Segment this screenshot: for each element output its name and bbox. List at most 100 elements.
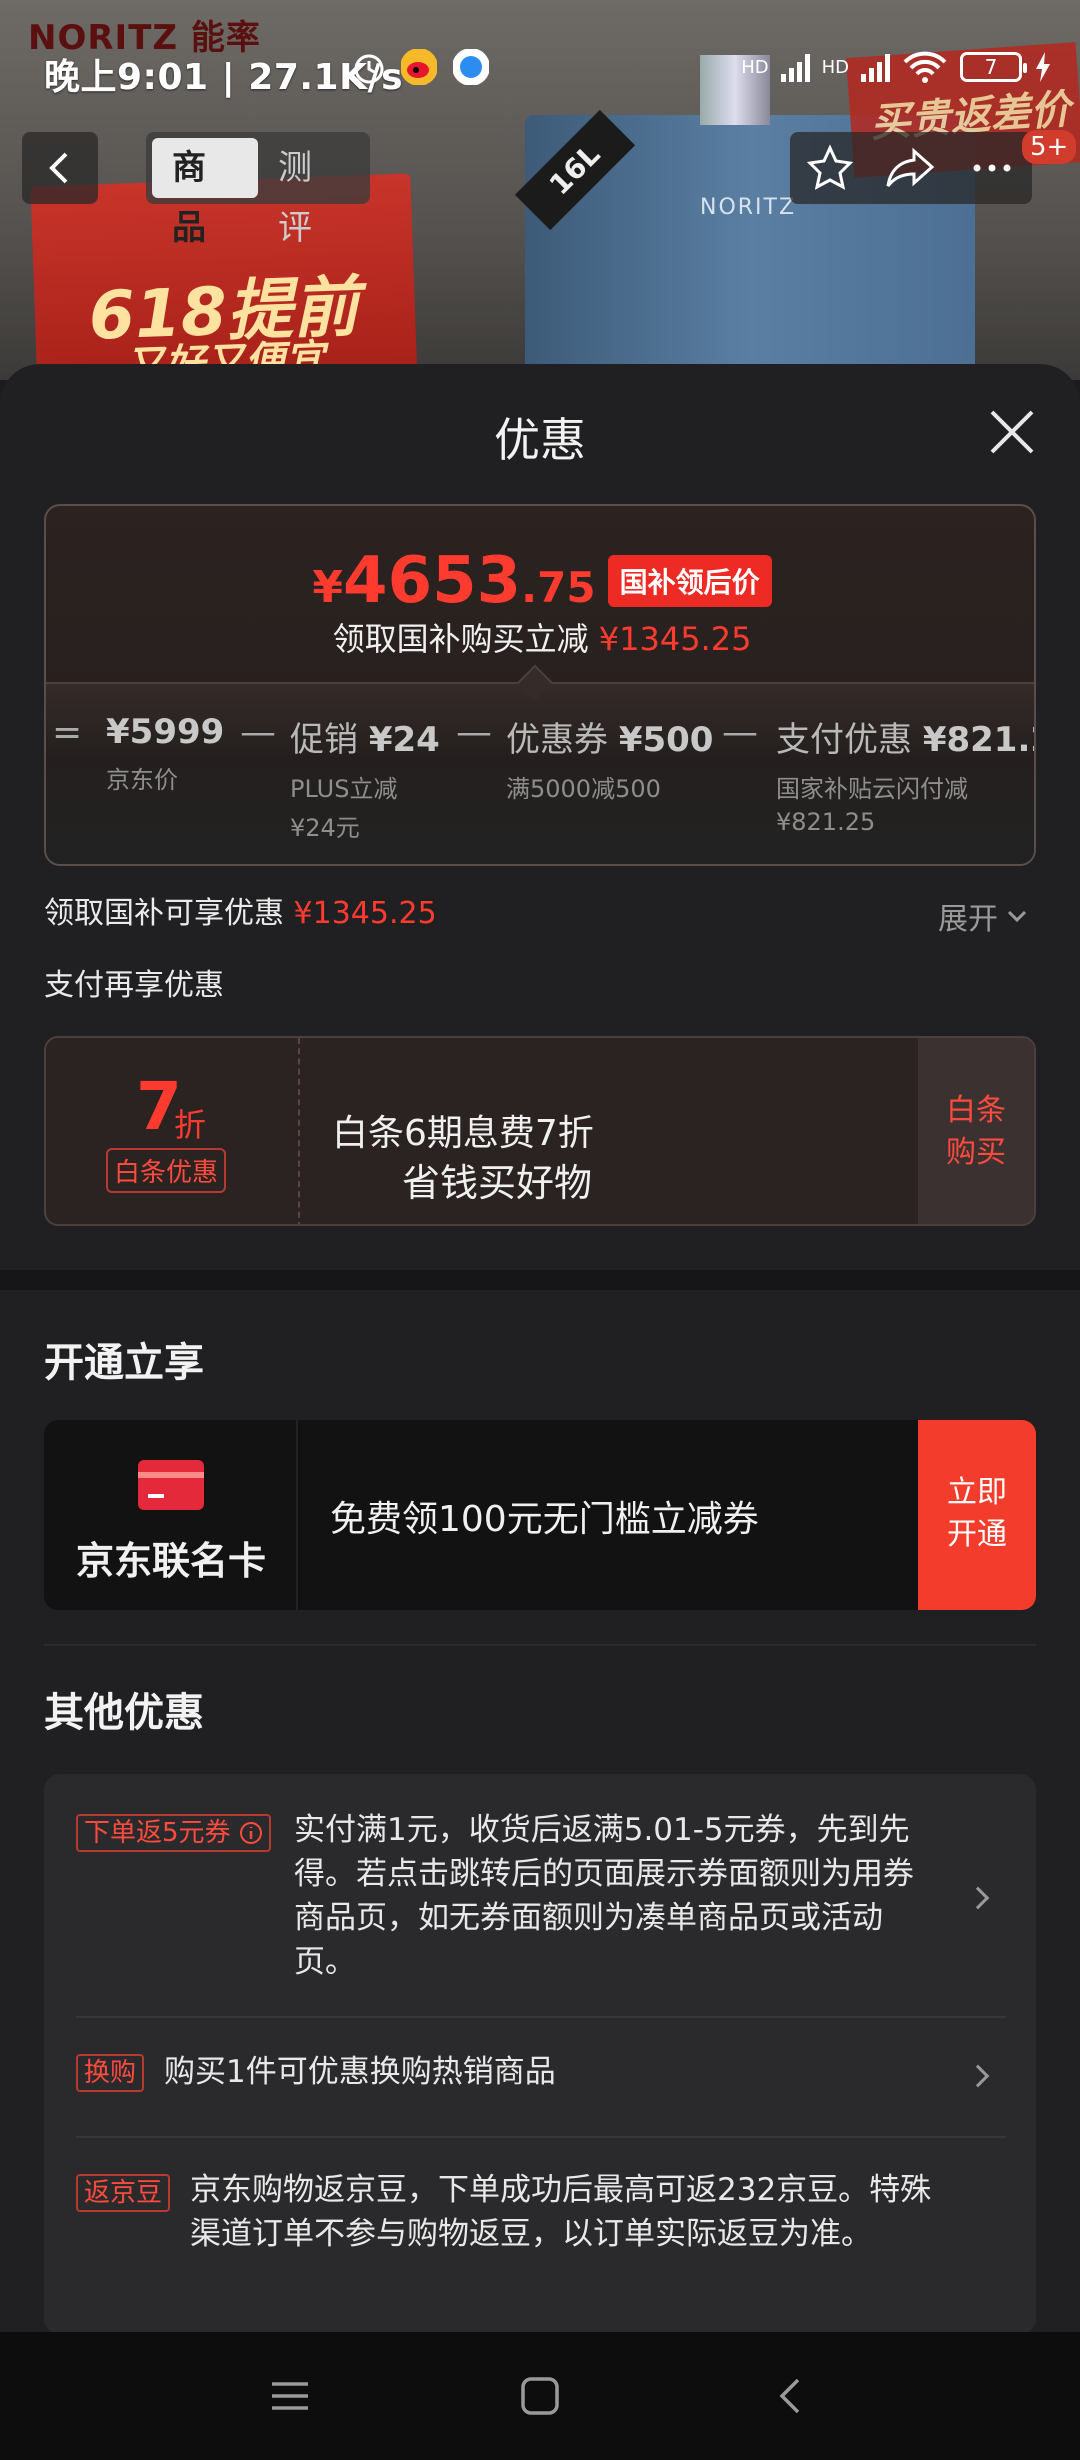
info-icon[interactable] (239, 1821, 263, 1845)
bd-label: 促销 (290, 720, 369, 760)
open-card-button[interactable]: 立即 开通 (918, 1420, 1036, 1610)
app-notification-icon (453, 49, 489, 85)
offer-text: 购买1件可优惠换购热销商品 (164, 2054, 556, 2090)
list-item[interactable]: 下单返5元券 实付满1元，收货后返满5.01-5元券，先到先得。若点击跳转后的页… (76, 1812, 1006, 1984)
minus-sign: — (240, 712, 276, 753)
price-breakdown: = ¥5999 京东价 — 促销 ¥24 PLUS立减 ¥24元 — 优惠券 ¥… (46, 664, 1034, 864)
status-time: 晚上9:01 | 27.1K/s (44, 48, 403, 100)
baitiao-tag: 白条优惠 (106, 1148, 227, 1193)
close-icon[interactable] (988, 408, 1036, 456)
status-right: HD HD 7 (741, 50, 1052, 84)
share-icon[interactable] (884, 143, 938, 193)
chevron-right-icon (966, 2064, 990, 2088)
baitiao-line-1: 白条6期息费7折 (332, 1113, 594, 1154)
promo-banner: 618提前抢 又好又便宜 (30, 173, 418, 380)
sheet-title: 优惠 (494, 413, 586, 467)
breakdown-pointer (516, 664, 554, 702)
other-offers-list: 下单返5元券 实付满1元，收货后返满5.01-5元券，先到先得。若点击跳转后的页… (44, 1774, 1036, 2334)
expand-label: 展开 (938, 902, 998, 937)
bd-sub-2: ¥24元 (290, 814, 360, 842)
section-divider (0, 1270, 1080, 1290)
credit-card-icon (138, 1460, 204, 1510)
signal-1-icon (780, 52, 810, 82)
price-decimal: .75 (521, 563, 596, 612)
bd-sub: 满5000减500 (506, 775, 661, 803)
breakdown-payment: 支付优惠 ¥821.25 国家补贴云闪付减 ¥821.25 (776, 712, 1034, 836)
hd-label-1: HD (741, 56, 769, 78)
price-currency: ¥ (312, 562, 344, 613)
list-item[interactable]: 换购 购买1件可优惠换购热销商品 (76, 2054, 1006, 2114)
offer-text: 实付满1元，收货后返满5.01-5元券，先到先得。若点击跳转后的页面展示券面额则… (294, 1812, 914, 1980)
clock: 晚上9:01 (44, 57, 209, 98)
offer-text: 京东购物返京豆，下单成功后最高可返232京豆。特殊渠道订单不参与购物返豆，以订单… (190, 2172, 932, 2252)
btn-line-1: 白条 (946, 1093, 1006, 1128)
breakdown-coupon: 优惠券 ¥500 满5000减500 (506, 712, 713, 804)
status-bar: 晚上9:01 | 27.1K/s HD HD 7 (0, 0, 1080, 130)
more-icon[interactable] (967, 143, 1017, 193)
minus-sign: — (722, 712, 758, 753)
breakdown-promo: 促销 ¥24 PLUS立减 ¥24元 (290, 712, 440, 843)
list-divider (76, 2016, 1006, 2018)
bd-sub: 京东价 (106, 766, 178, 794)
card-name: 京东联名卡 (75, 1539, 266, 1583)
bd-sub-2: ¥821.25 (776, 808, 876, 836)
screen: NORITZ 能率 618提前抢 又好又便宜 16L NORITZ 买贵返差价 … (0, 0, 1080, 2460)
baitiao-discount: 7 折 白条优惠 (46, 1038, 300, 1224)
back-nav-icon[interactable] (770, 2374, 814, 2418)
bd-sub: 国家补贴云闪付减 (776, 775, 968, 803)
list-item[interactable]: 返京豆 京东购物返京豆，下单成功后最高可返232京豆。特殊渠道订单不参与购物返豆… (76, 2172, 1006, 2324)
subsidy-label: 领取国补可享优惠 (44, 896, 284, 931)
list-divider (76, 2136, 1006, 2138)
tab-review[interactable]: 测评 (258, 138, 364, 248)
final-price: ¥4653.75 (312, 544, 595, 618)
offer-tag: 返京豆 (76, 2174, 171, 2212)
bd-amount: ¥24 (368, 720, 440, 760)
others-section-title: 其他优惠 (44, 1690, 204, 1736)
subsidy-amount: ¥1345.25 (293, 896, 437, 931)
open-section-title: 开通立享 (44, 1340, 204, 1386)
menu-icon[interactable] (268, 2374, 312, 2418)
chevron-left-icon (49, 152, 68, 184)
cobrand-card-offer[interactable]: 京东联名卡 免费领100元无门槛立减券 立即 开通 (44, 1420, 1036, 1610)
price-summary: ¥4653.75 国补领后价 领取国补购买立减 ¥1345.25 = ¥5999… (44, 504, 1036, 866)
weibo-icon (401, 49, 437, 85)
wifi-icon (903, 51, 947, 83)
baitiao-offer[interactable]: 7 折 白条优惠 白条6期息费7折 省钱买好物 白条购买 (44, 1036, 1036, 1226)
btn-line-1: 立即 (947, 1475, 1007, 1510)
final-price-row: ¥4653.75 国补领后价 (46, 544, 1034, 618)
offer-tag: 下单返5元券 (76, 1814, 271, 1852)
separator (44, 1644, 1036, 1646)
btn-line-2: 购买 (946, 1135, 1006, 1170)
saving-amount: ¥1345.25 (598, 620, 752, 658)
chevron-right-icon (966, 1886, 990, 1910)
heater-logo: NORITZ (700, 195, 797, 220)
home-icon[interactable] (518, 2374, 562, 2418)
expand-button[interactable]: 展开 (938, 894, 1028, 938)
bd-amount: ¥500 (618, 720, 714, 760)
baitiao-buy-button[interactable]: 白条 购买 (918, 1038, 1034, 1224)
back-button[interactable] (22, 132, 98, 204)
tab-goods[interactable]: 商品 (152, 138, 258, 248)
offer-tag: 换购 (76, 2054, 145, 2092)
card-brand: 京东联名卡 (44, 1420, 298, 1610)
charging-icon (1036, 52, 1050, 82)
equals-sign: = (52, 712, 83, 753)
breakdown-jd-price: ¥5999 京东价 (106, 712, 224, 795)
bd-amount: ¥821.25 (922, 720, 1034, 760)
star-icon[interactable] (805, 143, 855, 193)
minus-sign: — (456, 712, 492, 753)
subsidy-price-tag: 国补领后价 (607, 555, 772, 607)
card-desc: 免费领100元无门槛立减券 (330, 1499, 759, 1540)
battery-icon: 7 (960, 52, 1027, 82)
top-actions (790, 132, 1032, 204)
chevron-down-icon (1007, 910, 1027, 923)
subsidy-line: 领取国补可享优惠 ¥1345.25 (44, 888, 437, 932)
saving-label: 领取国补购买立减 (332, 620, 589, 658)
system-nav-bar (0, 2332, 1080, 2460)
baitiao-line-2: 省钱买好物 (402, 1161, 593, 1205)
pay-more-title: 支付再享优惠 (44, 968, 224, 1003)
bd-label: 支付优惠 (776, 720, 923, 760)
alarm-icon (354, 54, 384, 84)
subsidy-saving-line: 领取国补购买立减 ¥1345.25 (46, 614, 1034, 660)
signal-2-icon (861, 52, 890, 82)
